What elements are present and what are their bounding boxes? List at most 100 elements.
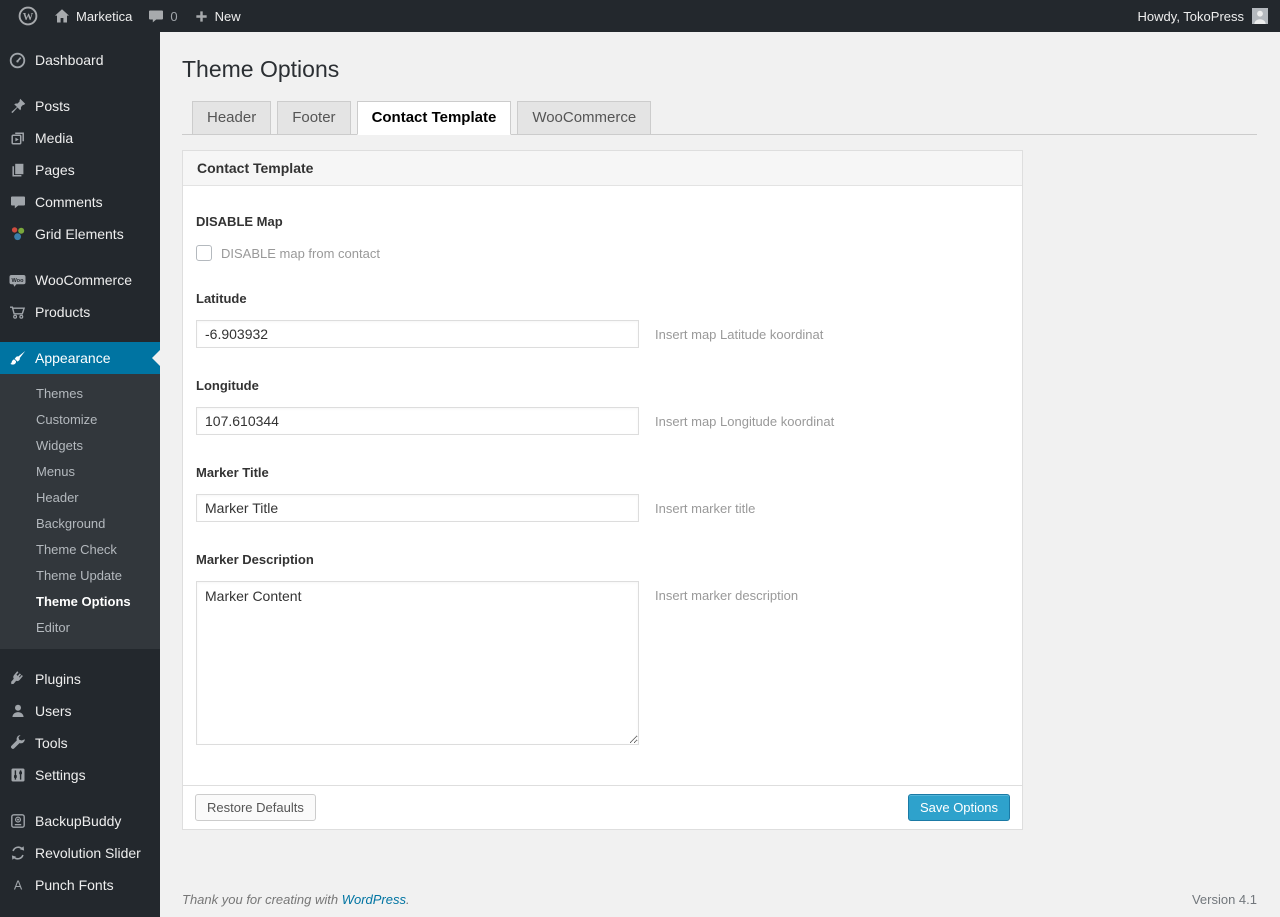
- sliders-icon: [0, 767, 35, 783]
- sidebar-item-appearance[interactable]: Appearance: [0, 342, 160, 374]
- wordpress-logo-icon: W: [18, 6, 38, 26]
- marker-description-hint: Insert marker description: [655, 588, 799, 603]
- grid-elements-icon: [0, 226, 35, 242]
- version-text: Version 4.1: [1191, 892, 1257, 907]
- tab-footer[interactable]: Footer: [277, 101, 351, 135]
- sidebar-item-label: Comments: [35, 194, 103, 210]
- cart-icon: [0, 304, 35, 320]
- pages-icon: [0, 162, 35, 178]
- longitude-row: Insert map Longitude koordinat: [196, 407, 1008, 435]
- sidebar-item-revolution-slider[interactable]: Revolution Slider: [0, 837, 160, 869]
- sidebar-item-grid-elements[interactable]: Grid Elements: [0, 218, 160, 250]
- appearance-submenu: Themes Customize Widgets Menus Header Ba…: [0, 374, 160, 649]
- longitude-label: Longitude: [196, 378, 259, 393]
- tab-contact-template[interactable]: Contact Template: [356, 101, 512, 135]
- site-name-menu[interactable]: Marketica: [46, 0, 140, 32]
- tab-woocommerce[interactable]: WooCommerce: [517, 101, 652, 135]
- submenu-item-header[interactable]: Header: [0, 485, 160, 511]
- panel-body: DISABLE Map DISABLE map from contact Lat…: [183, 186, 1022, 785]
- user-icon: [0, 703, 35, 719]
- main-content: Theme Options Header Footer Contact Temp…: [160, 32, 1280, 917]
- submenu-item-customize[interactable]: Customize: [0, 407, 160, 433]
- sidebar-item-backupbuddy[interactable]: BackupBuddy: [0, 805, 160, 837]
- thanks-prefix: Thank you for creating with: [182, 892, 339, 907]
- latitude-row: Insert map Latitude koordinat: [196, 320, 1008, 348]
- sidebar-item-label: Pages: [35, 162, 75, 178]
- sidebar-item-products[interactable]: Products: [0, 296, 160, 328]
- comment-bubble-icon: [149, 10, 164, 23]
- sidebar-item-label: Plugins: [35, 671, 81, 687]
- marker-title-hint: Insert marker title: [655, 500, 756, 516]
- latitude-hint: Insert map Latitude koordinat: [655, 326, 824, 342]
- longitude-hint: Insert map Longitude koordinat: [655, 413, 835, 429]
- marker-title-row: Insert marker title: [196, 494, 1008, 522]
- new-content-menu[interactable]: New: [186, 0, 249, 32]
- sidebar-item-label: Grid Elements: [35, 226, 124, 242]
- sidebar-item-tools[interactable]: Tools: [0, 727, 160, 759]
- sidebar-item-comments[interactable]: Comments: [0, 186, 160, 218]
- submenu-item-background[interactable]: Background: [0, 511, 160, 537]
- wordpress-logo-menu[interactable]: W: [10, 0, 46, 32]
- submenu-item-menus[interactable]: Menus: [0, 459, 160, 485]
- sidebar-item-media[interactable]: Media: [0, 122, 160, 154]
- site-name: Marketica: [76, 8, 133, 24]
- letter-a-icon: A: [0, 877, 35, 893]
- sidebar-item-posts[interactable]: Posts: [0, 90, 160, 122]
- disable-map-checkbox[interactable]: [196, 245, 212, 261]
- user-avatar: [1252, 8, 1268, 24]
- woocommerce-icon: Woo: [0, 272, 35, 288]
- sidebar-item-label: Revolution Slider: [35, 845, 141, 861]
- panel-footer: Restore Defaults Save Options: [183, 785, 1022, 829]
- submenu-item-editor[interactable]: Editor: [0, 615, 160, 641]
- marker-description-row: Marker Content Insert marker description: [196, 581, 1008, 745]
- brush-icon: [0, 350, 35, 366]
- plug-icon: [0, 671, 35, 687]
- submenu-item-theme-update[interactable]: Theme Update: [0, 563, 160, 589]
- disable-map-row: DISABLE map from contact: [196, 245, 1008, 261]
- plus-icon: [195, 10, 207, 22]
- refresh-icon: [0, 845, 35, 861]
- sidebar-item-label: BackupBuddy: [35, 813, 122, 829]
- disable-map-label: DISABLE Map: [196, 214, 283, 229]
- submenu-item-theme-options[interactable]: Theme Options: [0, 589, 160, 615]
- disable-map-checkbox-label: DISABLE map from contact: [221, 245, 380, 261]
- sidebar-item-label: Punch Fonts: [35, 877, 114, 893]
- new-label: New: [214, 8, 241, 24]
- backup-icon: [0, 813, 35, 829]
- dashboard-icon: [0, 52, 35, 69]
- footer-thanks-text: Thank you for creating with WordPress.: [182, 892, 410, 907]
- svg-text:W: W: [23, 12, 34, 23]
- page-title: Theme Options: [182, 56, 340, 82]
- sidebar-item-label: Appearance: [35, 350, 111, 366]
- contact-template-panel: Contact Template DISABLE Map DISABLE map…: [182, 150, 1023, 830]
- sidebar-item-users[interactable]: Users: [0, 695, 160, 727]
- home-icon: [55, 9, 69, 23]
- longitude-input[interactable]: [196, 407, 639, 435]
- submenu-item-themes[interactable]: Themes: [0, 381, 160, 407]
- sidebar-item-settings[interactable]: Settings: [0, 759, 160, 791]
- page-footer: Thank you for creating with WordPress. V…: [182, 892, 1257, 907]
- wordpress-link[interactable]: WordPress: [342, 892, 406, 907]
- comments-menu[interactable]: 0: [140, 0, 185, 32]
- sidebar-item-pages[interactable]: Pages: [0, 154, 160, 186]
- latitude-input[interactable]: [196, 320, 639, 348]
- sidebar-item-label: Tools: [35, 735, 68, 751]
- marker-description-textarea[interactable]: Marker Content: [196, 581, 639, 745]
- restore-defaults-button[interactable]: Restore Defaults: [195, 794, 316, 821]
- save-options-button[interactable]: Save Options: [907, 794, 1010, 821]
- admin-bar: W Marketica 0 New Howdy, TokoPress: [0, 0, 1280, 32]
- submenu-item-widgets[interactable]: Widgets: [0, 433, 160, 459]
- sidebar-item-dashboard[interactable]: Dashboard: [0, 44, 160, 76]
- account-menu[interactable]: Howdy, TokoPress: [1138, 8, 1268, 24]
- sidebar-item-woocommerce[interactable]: Woo WooCommerce: [0, 264, 160, 296]
- sidebar-item-plugins[interactable]: Plugins: [0, 663, 160, 695]
- marker-description-label: Marker Description: [196, 552, 314, 567]
- media-icon: [0, 130, 35, 146]
- sidebar-item-punch-fonts[interactable]: A Punch Fonts: [0, 869, 160, 901]
- pushpin-icon: [0, 98, 35, 114]
- tab-header[interactable]: Header: [192, 101, 272, 135]
- howdy-text: Howdy, TokoPress: [1137, 8, 1244, 24]
- submenu-item-theme-check[interactable]: Theme Check: [0, 537, 160, 563]
- marker-title-input[interactable]: [196, 494, 639, 522]
- sidebar-item-label: Settings: [35, 767, 86, 783]
